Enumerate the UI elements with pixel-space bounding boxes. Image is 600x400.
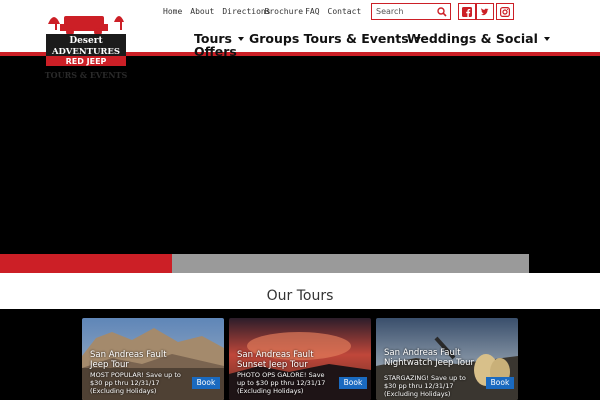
logo-line4: TOURS & EVENTS <box>45 70 128 80</box>
site-logo[interactable]: Desert ADVENTURES RED JEEP TOURS & EVENT… <box>44 10 128 92</box>
nav-weddings-social[interactable]: Weddings & Social <box>407 30 550 48</box>
tour-card-title: San Andreas Fault Jeep Tour <box>90 350 167 370</box>
nav-offers[interactable]: Offers <box>194 43 237 61</box>
book-button[interactable]: Book <box>192 377 220 389</box>
tour-card-nightwatch[interactable]: San Andreas Fault Nightwatch Jeep Tour S… <box>376 318 518 400</box>
slider-progress-bar <box>0 254 529 273</box>
nav-group-tours-events[interactable]: Groups Tours & Events <box>249 30 421 48</box>
facebook-icon <box>462 7 472 17</box>
slider-progress-end <box>529 254 600 273</box>
search-box <box>371 3 451 20</box>
nav-weddings-social-label: Weddings & Social <box>407 31 538 46</box>
topnav-faq[interactable]: FAQ <box>305 5 319 19</box>
topnav-about[interactable]: About <box>190 5 214 19</box>
topnav-brochure[interactable]: Brochure <box>265 5 304 19</box>
search-icon[interactable] <box>437 7 447 17</box>
twitter-button[interactable] <box>476 3 494 20</box>
logo-line3: RED JEEP <box>66 57 107 66</box>
tour-card-title: San Andreas Fault Sunset Jeep Tour <box>237 350 314 370</box>
instagram-icon <box>500 7 510 17</box>
chevron-down-icon <box>543 37 550 41</box>
top-nav: Home About Directions Brochure FAQ Conta… <box>163 5 369 19</box>
tour-card-desc: MOST POPULAR! Save up to $30 pp thru 12/… <box>90 371 181 395</box>
tour-card-san-andreas[interactable]: San Andreas Fault Jeep Tour MOST POPULAR… <box>82 318 224 400</box>
logo-line2: ADVENTURES <box>51 47 120 57</box>
search-input[interactable] <box>374 5 438 18</box>
chevron-down-icon <box>237 37 244 41</box>
book-button[interactable]: Book <box>486 377 514 389</box>
logo-line1: Desert <box>69 36 103 46</box>
nav-group-tours-events-label: Groups Tours & Events <box>249 31 409 46</box>
tour-card-desc: PHOTO OPS GALORE! Save up to $30 pp thru… <box>237 371 326 395</box>
instagram-button[interactable] <box>496 3 514 20</box>
topnav-home[interactable]: Home <box>163 5 182 19</box>
slider-progress-fill <box>0 254 172 273</box>
book-button[interactable]: Book <box>339 377 367 389</box>
facebook-button[interactable] <box>458 3 476 20</box>
tour-card-desc: STARGAZING! Save up to $30 pp thru 12/31… <box>384 374 466 398</box>
tours-title: Our Tours <box>266 288 334 304</box>
tour-card-title: San Andreas Fault Nightwatch Jeep Tour <box>384 348 474 368</box>
topnav-directions[interactable]: Directions <box>222 5 270 19</box>
topnav-contact[interactable]: Contact <box>328 5 362 19</box>
twitter-icon <box>481 8 489 16</box>
tour-card-sunset[interactable]: San Andreas Fault Sunset Jeep Tour PHOTO… <box>229 318 371 400</box>
